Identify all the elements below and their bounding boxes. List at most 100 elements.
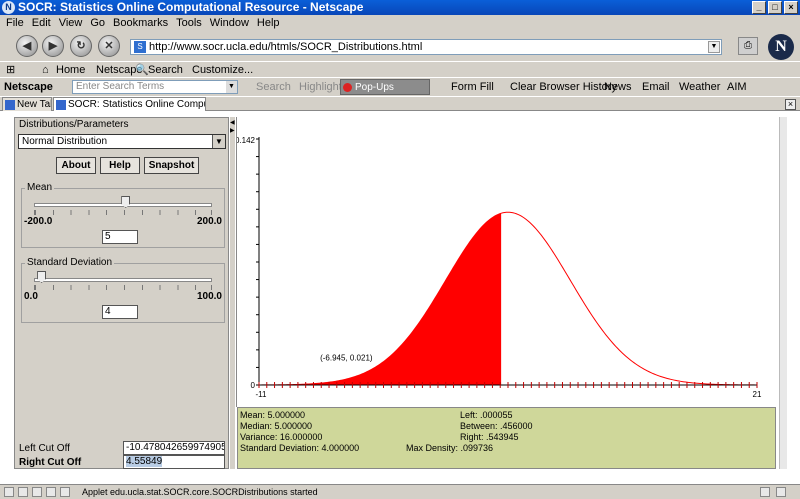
home-icon: ⌂ [42,64,49,76]
stat-right: Right: .543945 [460,432,519,442]
right-cut-value: 4.55849 [126,456,163,467]
y-max-label: 0.142 [237,136,256,145]
minimize-button[interactable]: _ [752,1,766,14]
status-text: Applet edu.ucla.stat.SOCR.core.SOCRDistr… [82,487,318,497]
forward-icon[interactable]: ▶ [42,35,64,57]
point-annotation: (-6.945, 0.021) [320,354,373,363]
personal-toolbar: ⊞ ⌂ Home Netscape 🔍 Search Customize... [0,61,800,77]
sd-input[interactable]: 4 [102,305,138,319]
mean-max-label: 200.0 [196,216,222,227]
status-icon-1[interactable] [4,487,14,497]
about-button[interactable]: About [56,157,96,174]
menu-edit[interactable]: Edit [32,15,51,31]
search-icon: 🔍 [135,64,149,76]
popups-blocked-button[interactable]: Pop-Ups Blocked: 10 [340,79,430,109]
tab-new[interactable]: New Tab [2,97,52,112]
sd-slider[interactable] [34,278,212,282]
status-bar: Applet edu.ucla.stat.SOCR.core.SOCRDistr… [0,484,800,499]
status-icon-4[interactable] [46,487,56,497]
weather-button[interactable]: Weather [679,78,720,96]
help-button[interactable]: Help [100,157,140,174]
tab-new-label: New Tab [17,99,52,110]
sd-label: Standard Deviation [25,257,115,268]
stat-mean: Mean: 5.000000 [240,410,306,420]
snapshot-button[interactable]: Snapshot [144,157,199,174]
address-bar[interactable]: S http://www.socr.ucla.edu/htmls/SOCR_Di… [130,39,722,55]
home-link[interactable]: Home [56,62,85,78]
status-icon-2[interactable] [18,487,28,497]
news-button[interactable]: News [604,78,632,96]
stat-max-density: Max Density: .099736 [406,443,494,453]
security-lock-icon [760,487,770,497]
menu-go[interactable]: Go [90,15,105,31]
clear-history-button[interactable]: Clear Browser History [510,78,617,96]
mean-label: Mean [25,182,55,193]
sd-max-label: 100.0 [196,291,222,302]
statistics-panel: Mean: 5.000000 Median: 5.000000 Variance… [237,407,776,469]
chevron-down-icon[interactable]: ▼ [212,135,225,148]
stop-icon[interactable]: ✕ [98,35,120,57]
tab-bar: New Tab SOCR: Statistics Online Computat… [0,96,800,112]
back-icon[interactable]: ◀ [16,35,38,57]
close-tab-icon[interactable]: × [785,99,796,110]
shaded-area [267,213,502,385]
socr-tab-icon [56,100,66,110]
aim-button[interactable]: AIM [727,78,747,96]
search-link[interactable]: Search [148,62,183,78]
stat-between: Between: .456000 [460,421,533,431]
sd-slider-ticks [34,285,212,290]
chevron-down-icon[interactable]: ▼ [708,41,720,53]
distribution-chart[interactable]: 0.142 0 -11 21 (-6.945, 0.021) [236,117,776,407]
left-cut-input[interactable]: -10.478042659974905 [123,441,225,455]
netscape-app-icon: N [2,1,15,14]
new-tab-icon [5,100,15,110]
tabs-icon[interactable]: ⊞ [6,62,15,78]
mean-slider-ticks [34,210,212,215]
reload-icon[interactable]: ↻ [70,35,92,57]
menu-bar: File Edit View Go Bookmarks Tools Window… [0,15,800,31]
menu-help[interactable]: Help [257,15,280,31]
vertical-scrollbar[interactable] [779,117,787,469]
menu-bookmarks[interactable]: Bookmarks [113,15,168,31]
mean-input[interactable]: 5 [102,230,138,244]
close-window-button[interactable]: × [784,1,798,14]
x-max-label: 21 [753,390,762,399]
x-min-label: -11 [256,390,268,399]
search-toolbar: Netscape Enter Search Terms ▼ Search Hig… [0,77,800,109]
collapse-left-icon[interactable]: ◀ [230,119,235,126]
online-status-icon [776,487,786,497]
distribution-selected: Normal Distribution [22,136,108,147]
menu-file[interactable]: File [6,15,24,31]
stat-variance: Variance: 16.000000 [240,432,323,442]
panel-splitter[interactable]: ◀ ▶ [230,117,235,469]
stat-median: Median: 5.000000 [240,421,313,431]
email-button[interactable]: Email [642,78,670,96]
menu-tools[interactable]: Tools [176,15,202,31]
status-icon-3[interactable] [32,487,42,497]
expand-right-icon[interactable]: ▶ [230,127,235,134]
print-icon[interactable]: ⎙ [738,37,758,55]
address-url: http://www.socr.ucla.edu/htmls/SOCR_Dist… [149,41,423,53]
left-cut-label: Left Cut Off [19,443,70,454]
netscape-search-brand[interactable]: Netscape [4,78,53,96]
window-title-bar: N SOCR: Statistics Online Computational … [0,0,800,15]
distribution-select[interactable]: Normal Distribution ▼ [18,134,226,149]
search-button[interactable]: Search [256,78,291,96]
tab-socr[interactable]: SOCR: Statistics Online Computatio... [53,97,206,112]
right-cut-input[interactable]: 4.55849 [123,455,225,469]
mean-min-label: -200.0 [24,216,53,227]
mean-group: Mean -200.0 200.0 5 [21,182,225,248]
netscape-logo[interactable]: N [768,34,794,60]
highlight-button[interactable]: Highlight [299,78,342,96]
customize-link[interactable]: Customize... [192,62,253,78]
menu-view[interactable]: View [59,15,83,31]
maximize-button[interactable]: □ [768,1,782,14]
page-icon: S [134,41,146,53]
search-input[interactable]: Enter Search Terms ▼ [72,80,238,94]
form-fill-button[interactable]: Form Fill [451,78,494,96]
menu-window[interactable]: Window [210,15,249,31]
blocked-icon [343,83,352,92]
chevron-down-icon[interactable]: ▼ [226,81,237,93]
status-icon-5[interactable] [60,487,70,497]
panel-title: Distributions/Parameters [19,119,129,130]
